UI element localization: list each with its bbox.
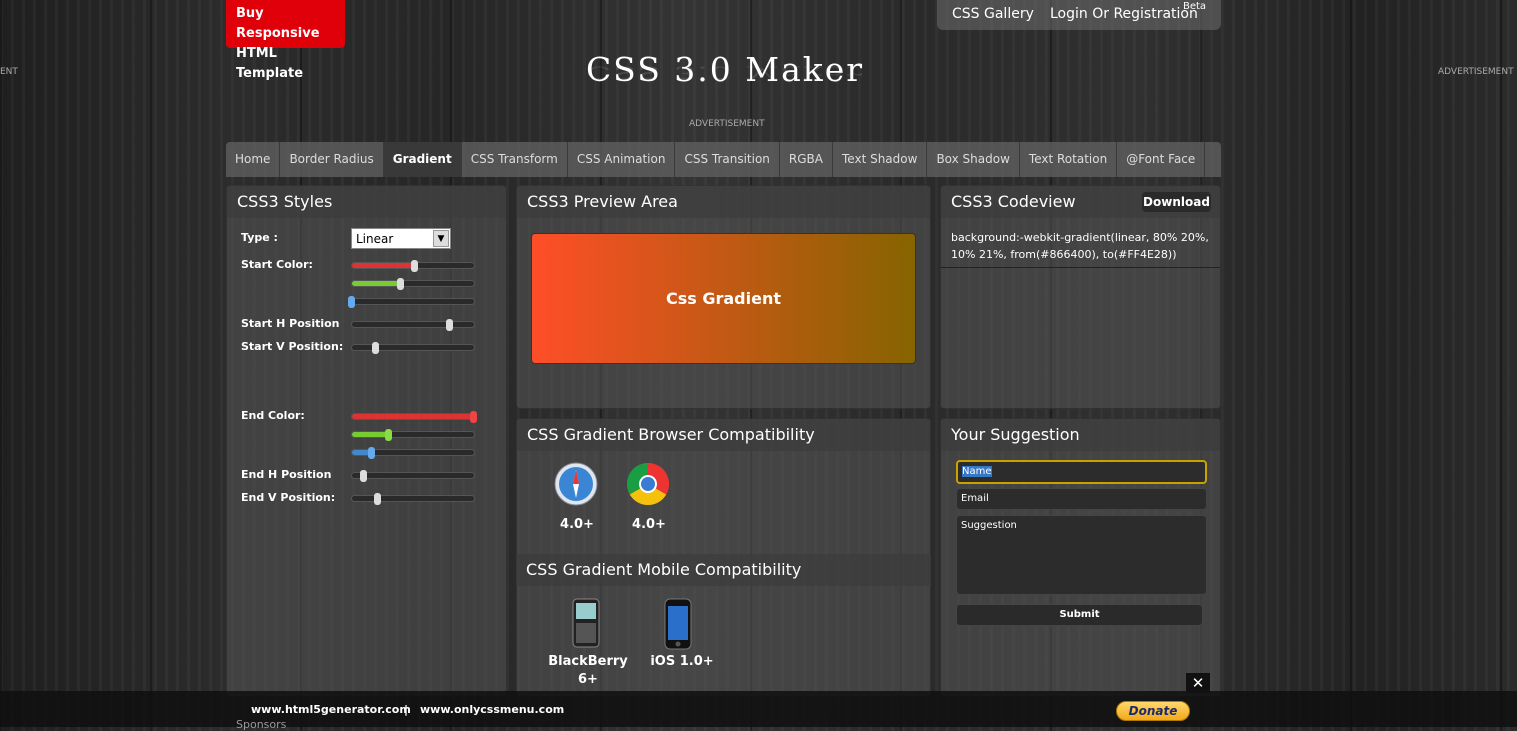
end-h-label: End H Position xyxy=(241,468,332,481)
slider-handle[interactable] xyxy=(373,493,381,505)
name-field[interactable]: Name xyxy=(956,460,1207,484)
tab-css-transform[interactable]: CSS Transform xyxy=(462,142,568,177)
gradient-preview-box: Css Gradient xyxy=(531,233,916,364)
name-field-value: Name xyxy=(962,466,992,477)
start-v-label: Start V Position: xyxy=(241,340,344,353)
center-ad-label: ADVERTISEMENT xyxy=(689,119,765,129)
mobile-compat-title: CSS Gradient Mobile Compatibility xyxy=(516,554,931,586)
tab-text-shadow[interactable]: Text Shadow xyxy=(833,142,928,177)
slider-handle[interactable] xyxy=(470,411,477,423)
blackberry-label-1: BlackBerry xyxy=(548,654,628,669)
tab-css-transition[interactable]: CSS Transition xyxy=(675,142,780,177)
iphone-icon xyxy=(664,598,692,650)
styles-panel-title: CSS3 Styles xyxy=(227,186,506,218)
slider-handle[interactable] xyxy=(411,260,419,272)
css-gallery-link[interactable]: CSS Gallery xyxy=(952,6,1034,22)
slider-handle[interactable] xyxy=(396,278,404,290)
ios-label: iOS 1.0+ xyxy=(650,654,714,669)
codeview-panel: CSS3 Codeview xyxy=(940,185,1221,409)
preview-panel-title: CSS3 Preview Area xyxy=(517,186,930,218)
end-blue-slider[interactable] xyxy=(351,447,475,459)
preview-text: Css Gradient xyxy=(665,289,781,308)
start-color-label: Start Color: xyxy=(241,258,313,271)
code-output[interactable]: background:-webkit-gradient(linear, 80% … xyxy=(951,229,1213,263)
tab-border-radius[interactable]: Border Radius xyxy=(280,142,384,177)
slider-handle[interactable] xyxy=(372,342,380,354)
left-ad-label: ENT xyxy=(0,67,18,77)
chrome-icon xyxy=(626,462,670,506)
type-label: Type : xyxy=(241,231,278,244)
end-v-slider[interactable] xyxy=(351,493,475,505)
buy-line-2: HTML Template xyxy=(236,46,304,81)
chevron-down-icon: ▼ xyxy=(433,230,449,247)
blackberry-icon xyxy=(571,598,601,648)
top-links-bar: CSS Gallery Login Or Registration Beta xyxy=(937,0,1221,30)
chrome-version: 4.0+ xyxy=(632,517,666,532)
tab-home[interactable]: Home xyxy=(226,142,281,177)
slider-handle[interactable] xyxy=(360,470,368,482)
code-divider xyxy=(941,267,1220,268)
end-red-slider[interactable] xyxy=(351,411,477,423)
tab-rgba[interactable]: RGBA xyxy=(780,142,833,177)
end-green-slider[interactable] xyxy=(351,429,475,441)
start-blue-slider[interactable] xyxy=(348,296,475,308)
footer-bar: www.html5generator.com | www.onlycssmenu… xyxy=(0,691,1517,731)
browser-compat-title: CSS Gradient Browser Compatibility xyxy=(517,419,930,451)
tab-box-shadow[interactable]: Box Shadow xyxy=(927,142,1020,177)
donate-button[interactable]: Donate xyxy=(1116,701,1190,721)
site-logo-reflection: CSS 3.0 Maker xyxy=(585,62,865,83)
start-h-slider[interactable] xyxy=(351,319,475,331)
blackberry-label-2: 6+ xyxy=(578,672,598,687)
footer-link-html5generator[interactable]: www.html5generator.com xyxy=(251,703,411,716)
login-link[interactable]: Login Or Registration xyxy=(1050,6,1198,22)
submit-button[interactable]: Submit xyxy=(956,604,1203,626)
end-h-slider[interactable] xyxy=(351,470,475,482)
start-green-slider[interactable] xyxy=(351,278,475,290)
tab-gradient[interactable]: Gradient xyxy=(383,142,462,177)
footer-link-onlycssmenu[interactable]: www.onlycssmenu.com xyxy=(420,703,564,716)
right-ad-label: ADVERTISEMENT xyxy=(1438,67,1514,77)
slider-handle[interactable] xyxy=(445,319,453,331)
slider-handle[interactable] xyxy=(384,429,392,441)
main-nav: Home Border Radius Gradient CSS Transfor… xyxy=(226,142,1221,177)
end-color-label: End Color: xyxy=(241,409,305,422)
email-field[interactable]: Email xyxy=(956,488,1207,510)
type-select-value: Linear xyxy=(356,232,394,246)
safari-icon xyxy=(554,462,598,506)
tab-css-animation[interactable]: CSS Animation xyxy=(568,142,676,177)
beta-badge: Beta xyxy=(1183,1,1207,12)
tab-text-rotation[interactable]: Text Rotation xyxy=(1020,142,1118,177)
sponsors-label: Sponsors xyxy=(236,718,287,731)
tab-font-face[interactable]: @Font Face xyxy=(1117,142,1206,177)
slider-handle[interactable] xyxy=(367,447,375,459)
start-red-slider[interactable] xyxy=(351,260,475,272)
footer-separator: | xyxy=(404,703,409,716)
start-h-label: Start H Position xyxy=(241,317,340,330)
suggestion-title: Your Suggestion xyxy=(941,419,1220,451)
type-select[interactable]: Linear ▼ xyxy=(351,228,451,249)
slider-handle[interactable] xyxy=(348,296,355,308)
safari-version: 4.0+ xyxy=(560,517,594,532)
download-button[interactable]: Download xyxy=(1142,192,1211,212)
suggestion-textarea[interactable]: Suggestion xyxy=(956,515,1207,595)
buy-line-1: Buy Responsive xyxy=(236,6,320,41)
buy-template-button[interactable]: Buy Responsive HTML Template xyxy=(226,0,345,81)
close-icon[interactable]: ✕ xyxy=(1186,673,1210,693)
start-v-slider[interactable] xyxy=(351,342,475,354)
end-v-label: End V Position: xyxy=(241,491,336,504)
